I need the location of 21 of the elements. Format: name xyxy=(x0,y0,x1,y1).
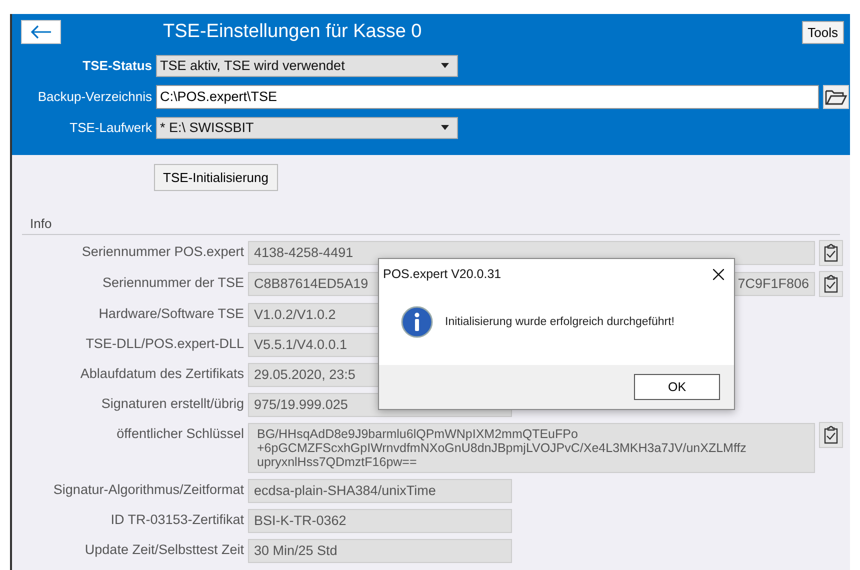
field-label: Signatur-Algorithmus/Zeitformat xyxy=(52,481,245,497)
field-label: Hardware/Software TSE xyxy=(98,305,245,321)
field-label: ID TR-03153-Zertifikat xyxy=(110,511,245,527)
section-title: Info xyxy=(30,216,52,231)
field-label: TSE-DLL/POS.expert-DLL xyxy=(84,335,245,351)
field-label: Seriennummer der TSE xyxy=(101,274,245,290)
field-label: TSE-Laufwerk xyxy=(68,120,153,135)
field-label: Update Zeit/Selbsttest Zeit xyxy=(84,541,245,557)
field-label: Backup-Verzeichnis xyxy=(36,89,153,104)
field-label: öffentlicher Schlüssel xyxy=(116,425,245,441)
field-label: Ablaufdatum des Zertifikats xyxy=(79,365,245,381)
field-label: Seriennummer POS.expert xyxy=(80,243,245,259)
key-field: BG/HHsqAdD8e9J9barmlu6lQPmWNpIXM2mmQTEuFPo +6pGCMZFScxhGpIWrnvdfmNXoGnU8dnJBpmjLVOJPvC/Xe4L3MKH3a7JV/unXZLMffz upryxnlHss7QDmztF16pw== xyxy=(248,423,815,473)
window-title: TSE-Einstellungen für Kasse 0 xyxy=(163,21,423,43)
field-label: TSE-Status xyxy=(82,58,153,73)
value-field: BSI-K-TR-0362 xyxy=(248,509,512,533)
field-label: Signaturen erstellt/übrig xyxy=(100,395,245,411)
value-field: 30 Min/25 Std xyxy=(248,539,512,563)
dialog-title: POS.expert V20.0.31 xyxy=(383,267,502,281)
dialog-message: Initialisierung wurde erfolgreich durchgeführt! xyxy=(445,316,674,328)
value-field: ecdsa-plain-SHA384/unixTime xyxy=(248,479,512,503)
